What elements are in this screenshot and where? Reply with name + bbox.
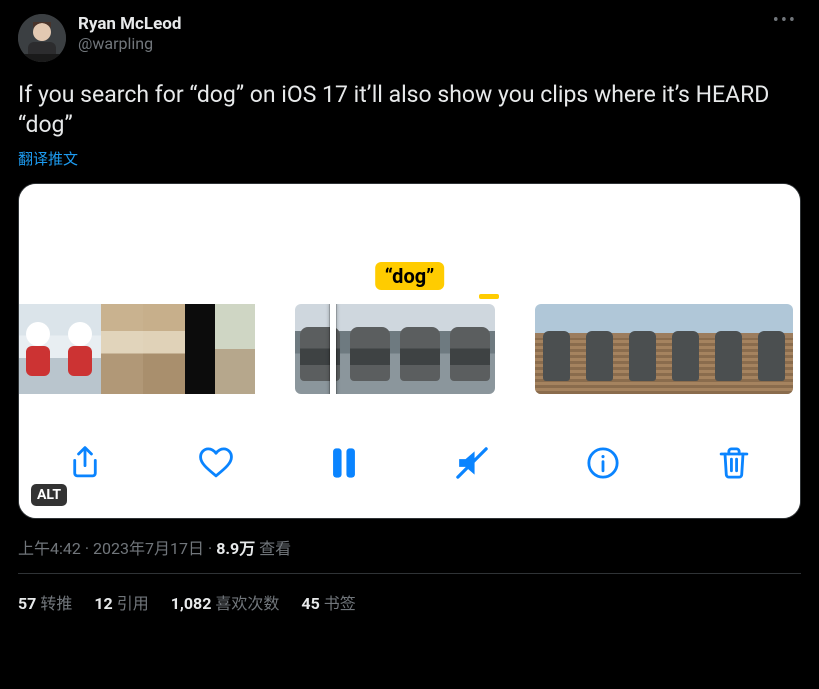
display-name: Ryan McLeod bbox=[78, 14, 769, 34]
thumbnail bbox=[621, 304, 664, 394]
tweet-meta[interactable]: 上午4:42·2023年7月17日·8.9万 查看 bbox=[18, 535, 801, 559]
heart-icon[interactable] bbox=[198, 445, 234, 481]
thumbnail bbox=[345, 304, 395, 394]
thumbnail bbox=[707, 304, 750, 394]
avatar[interactable] bbox=[18, 14, 66, 62]
mute-icon[interactable] bbox=[454, 445, 490, 481]
alt-badge[interactable]: ALT bbox=[31, 484, 67, 506]
clip-group-3[interactable] bbox=[535, 304, 793, 394]
author-block[interactable]: Ryan McLeod @warpling bbox=[78, 14, 769, 54]
quotes-stat[interactable]: 12 引用 bbox=[94, 590, 148, 614]
video-timeline[interactable] bbox=[19, 304, 800, 394]
retweets-label: 转推 bbox=[40, 594, 72, 613]
thumbnail bbox=[445, 304, 495, 394]
thumbnail bbox=[395, 304, 445, 394]
pause-icon[interactable] bbox=[329, 446, 359, 480]
embedded-media[interactable]: “dog” bbox=[18, 183, 801, 519]
info-icon[interactable] bbox=[585, 445, 621, 481]
translate-link[interactable]: 翻译推文 bbox=[18, 148, 801, 169]
bookmarks-count: 45 bbox=[301, 594, 319, 613]
trash-icon[interactable] bbox=[716, 445, 752, 481]
thumbnail bbox=[578, 304, 621, 394]
bookmarks-label: 书签 bbox=[324, 594, 356, 613]
tweet-stats: 57转推 12 引用 1,082喜欢次数 45 书签 bbox=[18, 574, 801, 614]
thumbnail bbox=[101, 304, 143, 394]
thumbnail bbox=[185, 304, 215, 394]
clip-group-1[interactable] bbox=[18, 304, 255, 394]
clip-group-2[interactable] bbox=[295, 304, 495, 394]
tweet-text: If you search for “dog” on iOS 17 it’ll … bbox=[18, 80, 801, 140]
search-tag-label: “dog” bbox=[375, 262, 445, 290]
tag-marker bbox=[479, 294, 499, 299]
retweets-stat[interactable]: 57转推 bbox=[18, 590, 72, 614]
quotes-label: 引用 bbox=[117, 594, 149, 613]
view-label: 查看 bbox=[259, 539, 291, 558]
bookmarks-stat[interactable]: 45 书签 bbox=[301, 590, 355, 614]
thumbnail bbox=[215, 304, 255, 394]
retweets-count: 57 bbox=[18, 594, 36, 613]
thumbnail bbox=[664, 304, 707, 394]
time-label: 上午4:42 bbox=[18, 539, 81, 558]
thumbnail bbox=[143, 304, 185, 394]
tweet-header: Ryan McLeod @warpling ••• bbox=[18, 14, 801, 62]
share-icon[interactable] bbox=[67, 445, 103, 481]
likes-stat[interactable]: 1,082喜欢次数 bbox=[171, 590, 280, 614]
tweet-container: Ryan McLeod @warpling ••• If you search … bbox=[0, 0, 819, 614]
view-count: 8.9万 bbox=[216, 539, 255, 558]
thumbnail bbox=[295, 304, 345, 394]
likes-label: 喜欢次数 bbox=[215, 594, 279, 613]
thumbnail bbox=[750, 304, 793, 394]
player-controls bbox=[19, 408, 800, 518]
quotes-count: 12 bbox=[94, 594, 112, 613]
likes-count: 1,082 bbox=[171, 594, 212, 613]
date-label: 2023年7月17日 bbox=[93, 539, 204, 558]
playhead[interactable] bbox=[330, 304, 336, 394]
thumbnail bbox=[535, 304, 578, 394]
handle: @warpling bbox=[78, 34, 769, 54]
more-icon[interactable]: ••• bbox=[769, 14, 801, 34]
